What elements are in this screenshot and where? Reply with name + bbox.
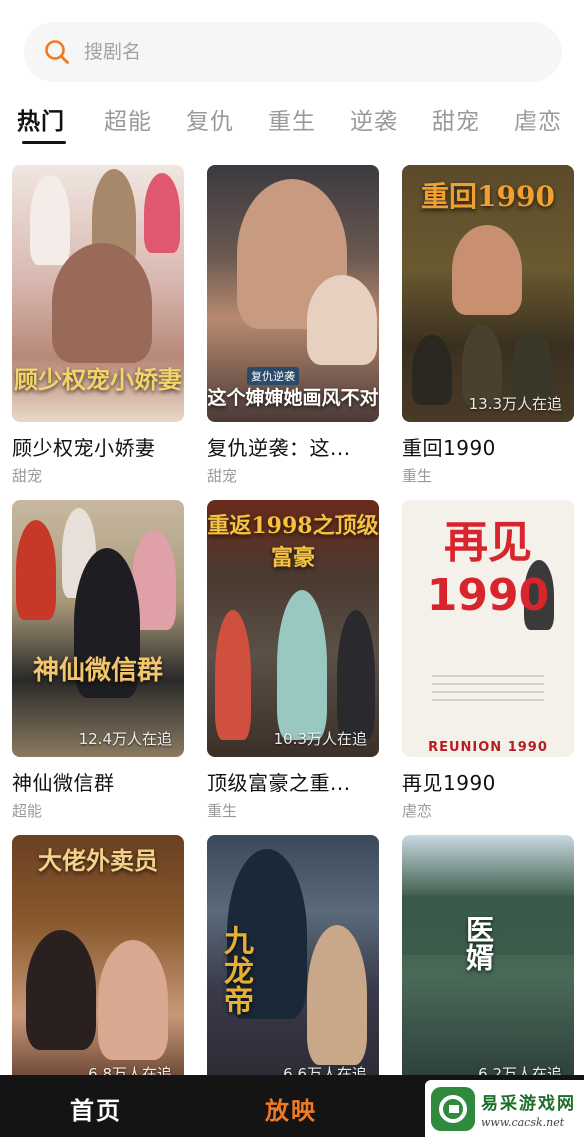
tab-sweet[interactable]: 甜宠 [432, 102, 480, 136]
tab-superpower[interactable]: 超能 [104, 102, 152, 136]
drama-poster: 再见1990 REUNION 1990 [402, 500, 574, 757]
tab-angst[interactable]: 虐恋 [514, 102, 562, 136]
drama-poster: 医婿 6.2万人在追 [402, 835, 574, 1092]
poster-title: 九龙帝 [218, 925, 253, 1015]
drama-genre: 重生 [402, 467, 433, 485]
drama-card[interactable]: 重回1990 13.3万人在追 重回1990 重生 [402, 165, 574, 486]
drama-title: 神仙微信群 [12, 771, 115, 795]
poster-title: 医婿 [462, 915, 495, 971]
drama-card[interactable]: 九龙帝 6.6万人在追 [207, 835, 379, 1092]
drama-poster: 重回1990 13.3万人在追 [402, 165, 574, 422]
drama-title: 重回1990 [402, 436, 496, 460]
site-logo-icon [431, 1086, 475, 1131]
drama-genre: 重生 [207, 802, 238, 820]
poster-title: 顾少权宠小娇妻 [14, 365, 182, 394]
active-tab-indicator [22, 141, 66, 144]
drama-poster: 重返1998之顶级富豪 10.3万人在追 [207, 500, 379, 757]
drama-card[interactable]: 医婿 6.2万人在追 [402, 835, 574, 1092]
search-bar[interactable] [24, 22, 562, 82]
drama-title: 复仇逆袭：这... [207, 436, 351, 460]
poster-title: 这个婶婶她画风不对 [207, 387, 379, 409]
tab-revenge[interactable]: 复仇 [186, 102, 234, 136]
drama-poster: 复仇逆袭 这个婶婶她画风不对 [207, 165, 379, 422]
drama-genre: 甜宠 [12, 467, 43, 485]
nav-play[interactable]: 放映 [265, 1091, 317, 1126]
drama-card[interactable]: 再见1990 REUNION 1990 再见1990 虐恋 [402, 500, 574, 821]
drama-poster: 神仙微信群 12.4万人在追 [12, 500, 184, 757]
drama-title: 再见1990 [402, 771, 496, 795]
search-input[interactable] [84, 41, 504, 63]
drama-genre: 超能 [12, 802, 43, 820]
poster-title: 神仙微信群 [32, 656, 163, 686]
drama-genre: 甜宠 [207, 467, 238, 485]
views-count: 10.3万人在追 [273, 730, 367, 748]
poster-title: 大佬外卖员 [38, 846, 158, 875]
poster-title: 再见1990 [426, 517, 550, 621]
watermark-url: www.cacsk.net [481, 1115, 565, 1129]
views-count: 13.3万人在追 [468, 395, 562, 413]
drama-title: 顾少权宠小娇妻 [12, 436, 156, 460]
nav-home[interactable]: 首页 [70, 1091, 122, 1126]
tab-counterattack[interactable]: 逆袭 [350, 102, 398, 136]
site-watermark: 易采游戏网 www.cacsk.net [425, 1080, 584, 1137]
drama-title: 顶级富豪之重... [207, 771, 351, 795]
drama-poster: 九龙帝 6.6万人在追 [207, 835, 379, 1092]
views-count: 12.4万人在追 [78, 730, 172, 748]
search-icon [45, 40, 69, 64]
tab-hot[interactable]: 热门 [17, 102, 65, 136]
drama-genre: 虐恋 [402, 802, 433, 820]
category-tabs: 热门 超能 复仇 重生 逆袭 甜宠 虐恋 [0, 96, 584, 152]
tab-rebirth[interactable]: 重生 [268, 102, 316, 136]
watermark-name: 易采游戏网 [481, 1093, 576, 1114]
drama-card[interactable]: 大佬外卖员 6.8万人在追 [12, 835, 184, 1092]
poster-title: 重返1998之顶级富豪 [207, 513, 379, 571]
drama-poster: 顾少权宠小娇妻 [12, 165, 184, 422]
drama-card[interactable]: 神仙微信群 12.4万人在追 神仙微信群 超能 [12, 500, 184, 821]
poster-title: 重回1990 [421, 180, 555, 213]
poster-subtitle: REUNION 1990 [428, 740, 548, 755]
drama-card[interactable]: 顾少权宠小娇妻 顾少权宠小娇妻 甜宠 [12, 165, 184, 486]
drama-card[interactable]: 复仇逆袭 这个婶婶她画风不对 复仇逆袭：这... 甜宠 [207, 165, 379, 486]
drama-poster: 大佬外卖员 6.8万人在追 [12, 835, 184, 1092]
drama-card[interactable]: 重返1998之顶级富豪 10.3万人在追 顶级富豪之重... 重生 [207, 500, 379, 821]
